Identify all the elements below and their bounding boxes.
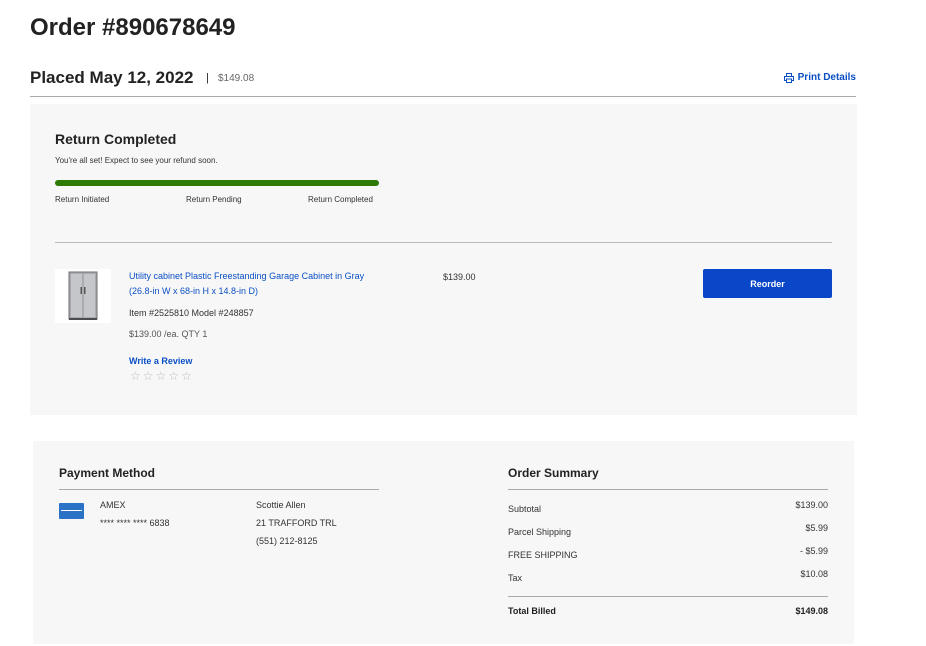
placed-date: Placed May 12, 2022 [30,68,194,87]
star-icon[interactable]: ☆ [168,370,179,382]
placed-header: Placed May 12, 2022 | $149.08 Print Deta… [30,68,856,97]
summary-label: Subtotal [508,504,542,514]
summary-value: - $5.99 [799,546,828,556]
item-model-info: Item #2525810 Model #248857 [129,308,254,318]
total-billed-value: $149.08 [795,606,828,616]
billing-phone: (551) 212-8125 [256,536,318,546]
return-status-subtitle: You're all set! Expect to see your refun… [55,156,218,165]
card-brand: AMEX [100,500,126,510]
step-return-pending: Return Pending [186,195,242,204]
payment-summary-panel: Payment Method AMEX **** **** **** 6838 … [33,441,854,644]
summary-row-subtotal: Subtotal $139.00 [508,500,828,514]
summary-value: $10.08 [800,569,828,579]
amex-card-icon [59,503,84,519]
return-progress-bar [55,180,379,186]
summary-label: Tax [508,573,523,583]
reorder-button[interactable]: Reorder [703,269,832,298]
card-number: **** **** **** 6838 [100,518,170,528]
summary-value: $5.99 [805,523,828,533]
product-name-link[interactable]: Utility cabinet Plastic Freestanding Gar… [129,269,389,299]
product-image[interactable] [55,269,111,323]
order-summary-title: Order Summary [508,466,599,480]
step-return-completed: Return Completed [308,195,373,204]
print-details-label: Print Details [797,72,856,83]
return-status-title: Return Completed [55,131,177,147]
rating-stars: ☆ ☆ ☆ ☆ ☆ [130,370,192,382]
total-billed-label: Total Billed [508,606,556,616]
placed-separator: | [206,72,209,84]
return-panel: Return Completed You're all set! Expect … [30,104,857,415]
divider [55,242,832,243]
divider [508,596,828,597]
divider [508,489,828,490]
print-details-link[interactable]: Print Details [783,72,856,83]
summary-value: $139.00 [795,500,828,510]
divider [59,489,379,490]
item-unit-price-qty: $139.00 /ea. QTY 1 [129,329,208,339]
payment-method-title: Payment Method [59,466,156,480]
billing-name: Scottie Allen [256,500,306,510]
order-title: Order #890678649 [30,14,236,41]
printer-icon [783,72,794,83]
write-review-link[interactable]: Write a Review [129,356,192,366]
billing-street: 21 TRAFFORD TRL [256,518,337,528]
star-icon[interactable]: ☆ [143,370,154,382]
placed-total: $149.08 [218,73,255,84]
star-icon[interactable]: ☆ [181,370,192,382]
star-icon[interactable]: ☆ [130,370,141,382]
summary-label: Parcel Shipping [508,527,572,537]
item-price: $139.00 [443,272,476,282]
summary-row-parcel-shipping: Parcel Shipping $5.99 [508,523,828,537]
star-icon[interactable]: ☆ [156,370,167,382]
summary-row-free-shipping: FREE SHIPPING - $5.99 [508,546,828,560]
summary-row-tax: Tax $10.08 [508,569,828,583]
summary-label: FREE SHIPPING [508,550,578,560]
step-return-initiated: Return Initiated [55,195,110,204]
